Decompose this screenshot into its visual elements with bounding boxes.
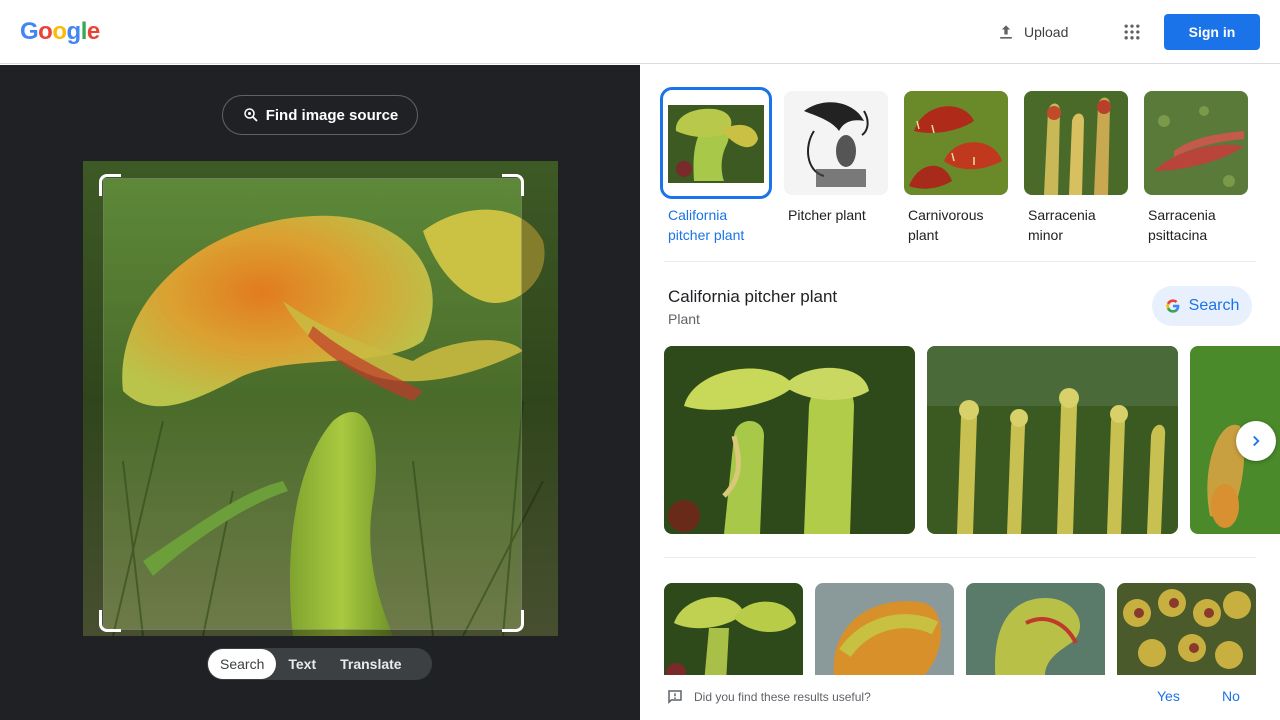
divider bbox=[664, 261, 1256, 262]
divider bbox=[664, 557, 1256, 558]
crop-handle-top-left[interactable] bbox=[99, 174, 121, 196]
entity-search-label: Search bbox=[1188, 297, 1240, 314]
crop-selection[interactable] bbox=[104, 179, 521, 629]
entity-subtitle: Plant bbox=[668, 311, 700, 327]
visual-match-image[interactable] bbox=[1117, 583, 1256, 683]
logo-letter: o bbox=[52, 18, 67, 45]
chevron-right-icon bbox=[1253, 435, 1260, 447]
related-searches: California pitcher plant Pitcher plant C… bbox=[660, 87, 1248, 245]
related-label: Sarracenia minor bbox=[1028, 207, 1096, 243]
crop-handle-bottom-left[interactable] bbox=[99, 610, 121, 632]
visual-match-image[interactable] bbox=[815, 583, 954, 683]
related-item-sarracenia-minor[interactable]: Sarracenia minor bbox=[1024, 91, 1128, 245]
feedback-yes-button[interactable]: Yes bbox=[1157, 688, 1180, 704]
results-panel: California pitcher plant Pitcher plant C… bbox=[640, 65, 1280, 720]
entity-search-button[interactable]: Search bbox=[1152, 286, 1252, 326]
related-item-sarracenia-psittacina[interactable]: Sarracenia psittacina bbox=[1144, 91, 1248, 245]
entity-image-carousel bbox=[664, 346, 1280, 534]
logo-letter: e bbox=[86, 18, 100, 45]
carousel-image[interactable] bbox=[927, 346, 1178, 534]
lens-mode-tabs: Search Text Translate bbox=[207, 648, 432, 680]
upload-icon bbox=[1000, 25, 1012, 39]
visual-matches-grid bbox=[664, 583, 1256, 683]
feedback-no-button[interactable]: No bbox=[1222, 688, 1240, 704]
related-item-carnivorous-plant[interactable]: Carnivorous plant bbox=[904, 91, 1008, 245]
upload-button[interactable]: Upload bbox=[986, 14, 1078, 50]
logo-letter: g bbox=[66, 18, 82, 45]
tab-translate[interactable]: Translate bbox=[328, 649, 413, 679]
find-image-source-button[interactable]: Find image source bbox=[222, 95, 418, 135]
related-label: California pitcher plant bbox=[668, 207, 745, 243]
visual-match-image[interactable] bbox=[966, 583, 1105, 683]
google-logo[interactable]: Google bbox=[20, 18, 100, 46]
query-image bbox=[83, 161, 558, 636]
find-image-source-label: Find image source bbox=[265, 106, 399, 124]
google-g-icon bbox=[1165, 299, 1180, 313]
carousel-next-button[interactable] bbox=[1236, 421, 1276, 461]
feedback-icon bbox=[668, 690, 682, 705]
entity-title[interactable]: California pitcher plant bbox=[668, 287, 837, 307]
tab-search[interactable]: Search bbox=[208, 649, 277, 679]
related-thumb bbox=[660, 87, 772, 199]
related-label: Carnivorous plant bbox=[908, 207, 984, 243]
sign-in-button[interactable]: Sign in bbox=[1164, 14, 1260, 50]
crop-handle-top-right[interactable] bbox=[502, 174, 524, 196]
upload-label: Upload bbox=[1024, 24, 1069, 40]
related-thumb bbox=[904, 91, 1008, 195]
lens-search-icon bbox=[243, 108, 258, 122]
logo-letter: o bbox=[38, 18, 53, 45]
feedback-question: Did you find these results useful? bbox=[694, 690, 871, 704]
related-thumb bbox=[1024, 91, 1128, 195]
apps-button[interactable] bbox=[1114, 14, 1150, 50]
logo-letter: G bbox=[20, 18, 39, 45]
feedback-bar: Did you find these results useful? Yes N… bbox=[640, 675, 1280, 720]
related-thumb bbox=[1144, 91, 1248, 195]
visual-match-image[interactable] bbox=[664, 583, 803, 683]
apps-grid-icon bbox=[1124, 24, 1140, 40]
related-label: Sarracenia psittacina bbox=[1148, 207, 1216, 243]
related-item-california-pitcher-plant[interactable]: California pitcher plant bbox=[660, 87, 772, 245]
related-label: Pitcher plant bbox=[788, 207, 866, 223]
top-bar: Google Upload Sign in bbox=[0, 0, 1280, 64]
tab-text[interactable]: Text bbox=[276, 649, 328, 679]
crop-handle-bottom-right[interactable] bbox=[502, 610, 524, 632]
carousel-image[interactable] bbox=[664, 346, 915, 534]
image-query-panel: Find image source Search Text Translate bbox=[0, 65, 640, 720]
related-thumb bbox=[784, 91, 888, 195]
related-item-pitcher-plant[interactable]: Pitcher plant bbox=[784, 91, 888, 245]
